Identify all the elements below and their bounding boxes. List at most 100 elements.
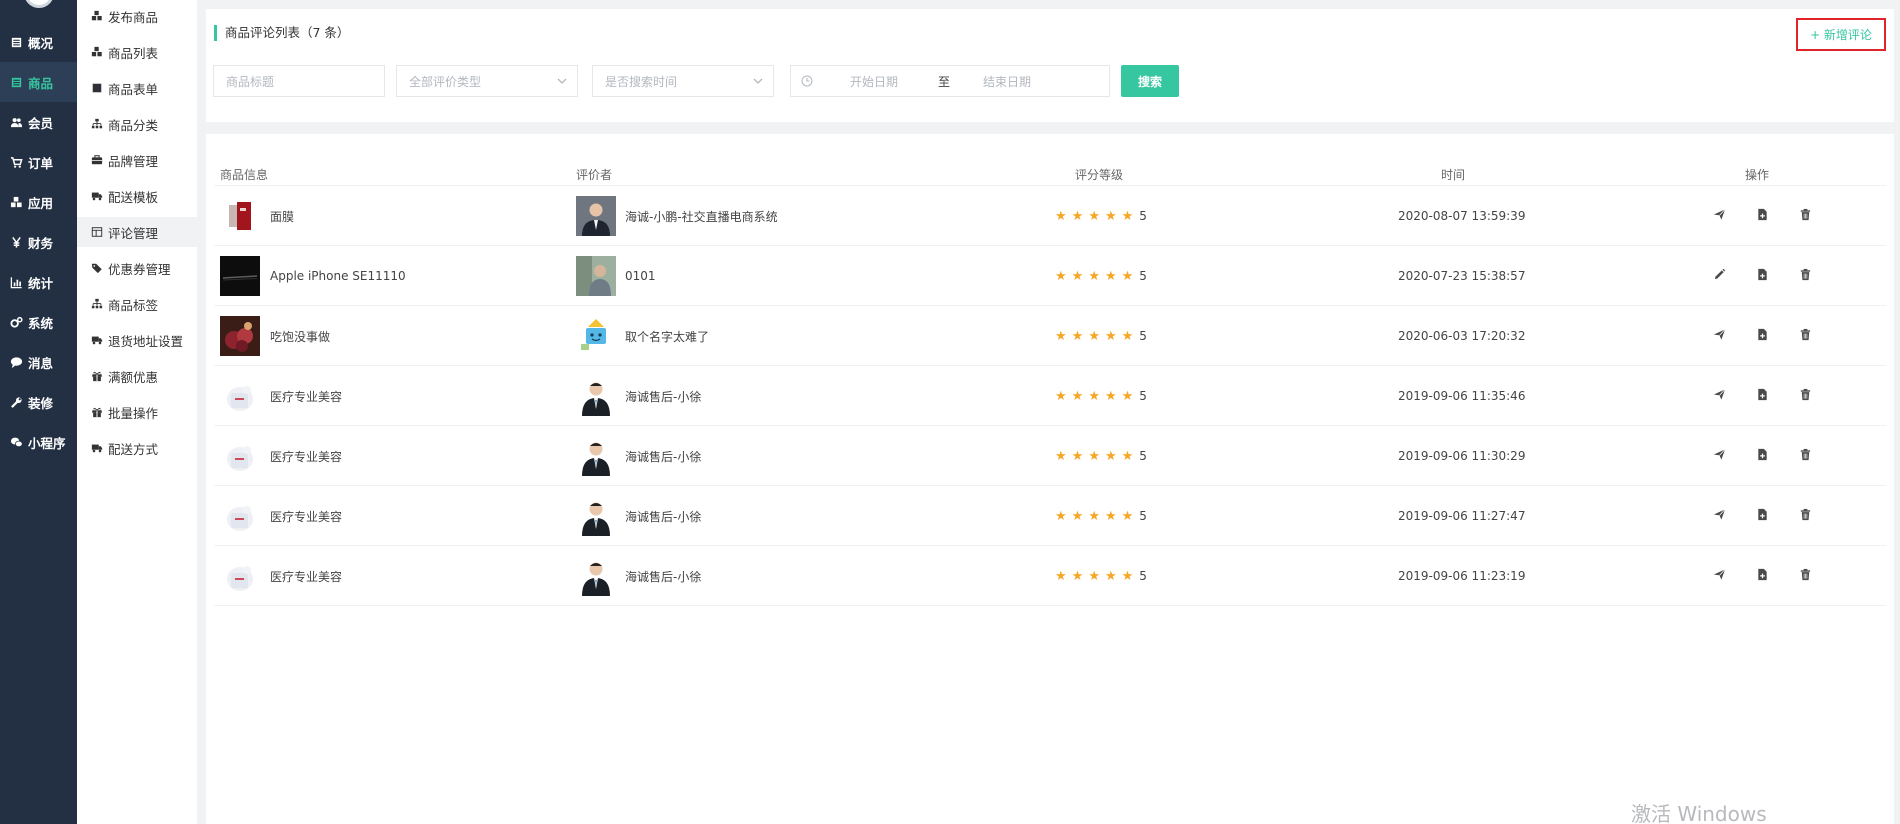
list-icon bbox=[90, 82, 103, 95]
score-cell: ★ ★ ★ ★ ★ 5 bbox=[1055, 547, 1147, 605]
table-icon bbox=[90, 226, 103, 239]
table-row: 医疗专业美容 海诚售后-小徐 ★ ★ ★ ★ ★ 5 2019-09-06 11:35:… bbox=[214, 367, 1886, 426]
primary-nav-item[interactable]: 小程序 bbox=[0, 422, 77, 462]
secondary-nav-item[interactable]: 退货地址设置 bbox=[77, 325, 197, 355]
primary-nav-item[interactable]: 订单 bbox=[0, 142, 77, 182]
copy-review-button[interactable] bbox=[1754, 508, 1770, 524]
delete-button[interactable] bbox=[1797, 388, 1813, 404]
avatar bbox=[576, 556, 616, 596]
primary-nav-item[interactable]: 统计 bbox=[0, 262, 77, 302]
review-time: 2020-08-07 13:59:39 bbox=[1398, 209, 1526, 223]
copy-review-button[interactable] bbox=[1754, 268, 1770, 284]
rating-type-select[interactable]: 全部评价类型 bbox=[396, 65, 578, 97]
product-title-input[interactable]: 商品标题 bbox=[213, 65, 385, 97]
primary-nav-item[interactable]: 系统 bbox=[0, 302, 77, 342]
star-icon: ★ bbox=[1104, 208, 1117, 224]
star-icon: ★ bbox=[1055, 568, 1067, 584]
star-icon: ★ bbox=[1055, 328, 1067, 344]
search-time-select[interactable]: 是否搜索时间 bbox=[592, 65, 774, 97]
copy-review-button[interactable] bbox=[1754, 388, 1770, 404]
star-icon: ★ bbox=[1071, 568, 1084, 584]
add-review-button[interactable]: + 新增评论 bbox=[1796, 18, 1886, 51]
secondary-nav-item[interactable]: 配送模板 bbox=[77, 181, 197, 211]
send-button[interactable] bbox=[1711, 568, 1727, 584]
star-rating: ★ ★ ★ ★ ★ bbox=[1055, 449, 1138, 464]
chevron-down-icon bbox=[557, 78, 567, 84]
star-icon: ★ bbox=[1088, 448, 1100, 464]
primary-nav-item[interactable]: 应用 bbox=[0, 182, 77, 222]
wrench-icon bbox=[9, 395, 23, 409]
avatar bbox=[576, 316, 616, 356]
cubes-icon bbox=[90, 46, 103, 59]
secondary-nav-item[interactable]: 满额优惠 bbox=[77, 361, 197, 391]
send-button[interactable] bbox=[1711, 388, 1727, 404]
secondary-nav-item[interactable]: 评论管理 bbox=[77, 217, 197, 247]
send-button[interactable] bbox=[1711, 328, 1727, 344]
secondary-nav-label: 发布商品 bbox=[108, 9, 159, 25]
secondary-nav-item[interactable]: 商品列表 bbox=[77, 37, 197, 67]
score-cell: ★ ★ ★ ★ ★ 5 bbox=[1055, 487, 1147, 545]
star-rating: ★ ★ ★ ★ ★ bbox=[1055, 389, 1138, 404]
star-icon: ★ bbox=[1104, 508, 1117, 524]
delete-button[interactable] bbox=[1797, 328, 1813, 344]
table-row: 吃饱没事做 取个名字太难了 ★ ★ ★ ★ ★ 5 2020-06-03 17:20:3… bbox=[214, 307, 1886, 366]
primary-nav-item[interactable]: 概况 bbox=[0, 22, 77, 62]
secondary-nav-item[interactable]: 商品表单 bbox=[77, 73, 197, 103]
table-row: 医疗专业美容 海诚售后-小徐 ★ ★ ★ ★ ★ 5 2019-09-06 11:27:… bbox=[214, 487, 1886, 546]
delete-button[interactable] bbox=[1797, 268, 1813, 284]
truck-icon bbox=[90, 190, 103, 203]
delete-button[interactable] bbox=[1797, 448, 1813, 464]
end-date-input[interactable]: 结束日期 bbox=[983, 73, 1031, 90]
secondary-nav-item[interactable]: 发布商品 bbox=[77, 1, 197, 31]
secondary-nav-label: 退货地址设置 bbox=[108, 333, 184, 349]
primary-nav-item[interactable]: 财务 bbox=[0, 222, 77, 262]
start-date-input[interactable]: 开始日期 bbox=[850, 73, 938, 90]
column-header-actions: 操作 bbox=[1745, 168, 1770, 182]
primary-nav-item[interactable]: 商品 bbox=[0, 62, 77, 102]
secondary-nav-item[interactable]: 品牌管理 bbox=[77, 145, 197, 175]
edit-button[interactable] bbox=[1711, 268, 1727, 284]
send-icon bbox=[1713, 388, 1726, 404]
date-range-picker[interactable]: 开始日期 至 结束日期 bbox=[790, 65, 1110, 97]
star-icon: ★ bbox=[1088, 388, 1100, 404]
primary-nav-item[interactable]: 消息 bbox=[0, 342, 77, 382]
secondary-nav-item[interactable]: 配送方式 bbox=[77, 433, 197, 463]
list-icon bbox=[9, 35, 23, 49]
copy-review-button[interactable] bbox=[1754, 328, 1770, 344]
secondary-nav-label: 商品列表 bbox=[108, 45, 159, 61]
score-cell: ★ ★ ★ ★ ★ 5 bbox=[1055, 367, 1147, 425]
delete-button[interactable] bbox=[1797, 568, 1813, 584]
reviewer-cell: 海诚售后-小徐 bbox=[576, 367, 701, 425]
product-thumbnail bbox=[220, 496, 260, 536]
filter-panel: 商品评论列表（7 条） + 新增评论 商品标题 全部评价类型 是否搜索时间 开始… bbox=[206, 9, 1894, 122]
table-row: 医疗专业美容 海诚售后-小徐 ★ ★ ★ ★ ★ 5 2019-09-06 11:23:… bbox=[214, 547, 1886, 606]
secondary-nav-item[interactable]: 商品分类 bbox=[77, 109, 197, 139]
trash-icon bbox=[1799, 388, 1812, 404]
secondary-nav-item[interactable]: 商品标签 bbox=[77, 289, 197, 319]
primary-nav-label: 系统 bbox=[28, 315, 54, 331]
product-name: 面膜 bbox=[270, 209, 295, 224]
send-button[interactable] bbox=[1711, 508, 1727, 524]
file-plus-icon bbox=[1756, 508, 1769, 524]
time-cell: 2019-09-06 11:23:19 bbox=[1398, 547, 1525, 605]
search-button[interactable]: 搜索 bbox=[1121, 65, 1179, 97]
send-button[interactable] bbox=[1711, 448, 1727, 464]
product-thumbnail bbox=[220, 316, 260, 356]
reviewer-name: 取个名字太难了 bbox=[625, 329, 710, 344]
delete-button[interactable] bbox=[1797, 508, 1813, 524]
copy-review-button[interactable] bbox=[1754, 208, 1770, 224]
table-header: 商品信息 评价者 评分等级 时间 操作 bbox=[214, 162, 1886, 186]
primary-nav-label: 小程序 bbox=[28, 435, 66, 451]
delete-button[interactable] bbox=[1797, 208, 1813, 224]
primary-nav-item[interactable]: 会员 bbox=[0, 102, 77, 142]
primary-nav-item[interactable]: 装修 bbox=[0, 382, 77, 422]
secondary-nav-item[interactable]: 批量操作 bbox=[77, 397, 197, 427]
secondary-nav-item[interactable]: 优惠券管理 bbox=[77, 253, 197, 283]
copy-review-button[interactable] bbox=[1754, 448, 1770, 464]
send-button[interactable] bbox=[1711, 208, 1727, 224]
copy-review-button[interactable] bbox=[1754, 568, 1770, 584]
send-icon bbox=[1713, 208, 1726, 224]
star-icon: ★ bbox=[1121, 388, 1134, 404]
actions-cell bbox=[1711, 487, 1813, 545]
column-header-score: 评分等级 bbox=[1075, 168, 1124, 182]
